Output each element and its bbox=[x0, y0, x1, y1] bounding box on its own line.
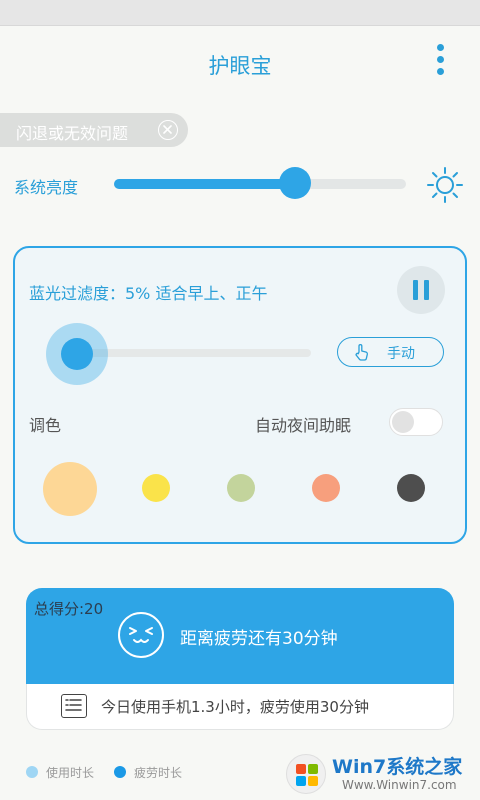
tint-swatch-1[interactable] bbox=[43, 462, 97, 516]
manual-mode-label: 手动 bbox=[387, 346, 415, 362]
windows-logo-icon bbox=[286, 754, 326, 794]
legend-dot-usage bbox=[26, 766, 38, 778]
watermark-title: Win7系统之家 bbox=[332, 756, 463, 778]
watermark-url: Www.Winwin7.com bbox=[342, 778, 457, 792]
title-bar: 护眼宝 bbox=[0, 26, 480, 100]
fatigue-countdown: 距离疲劳还有30分钟 bbox=[180, 629, 338, 649]
manual-mode-button[interactable]: 手动 bbox=[337, 337, 444, 367]
tint-label: 调色 bbox=[29, 416, 62, 435]
close-circle-icon[interactable] bbox=[158, 120, 178, 140]
brightness-slider[interactable] bbox=[114, 179, 406, 189]
filter-slider-thumb[interactable] bbox=[46, 323, 109, 385]
brightness-label: 系统亮度 bbox=[14, 178, 79, 197]
pause-icon bbox=[413, 280, 418, 300]
night-mode-label: 自动夜间助眠 bbox=[255, 416, 352, 435]
tint-swatch-2[interactable] bbox=[142, 474, 170, 502]
brightness-slider-fill bbox=[114, 179, 296, 189]
document-icon bbox=[61, 694, 87, 718]
score-card: 总得分:20 距离疲劳还有30分钟 今日使用手机1.3小时，疲劳使用30分钟 bbox=[26, 588, 454, 730]
usage-summary[interactable]: 今日使用手机1.3小时，疲劳使用30分钟 bbox=[26, 684, 454, 730]
pause-button[interactable] bbox=[397, 266, 445, 314]
night-mode-toggle[interactable] bbox=[389, 408, 443, 436]
more-vertical-icon[interactable] bbox=[434, 44, 446, 80]
tint-swatch-5[interactable] bbox=[397, 474, 425, 502]
legend-dot-fatigue bbox=[114, 766, 126, 778]
usage-summary-text: 今日使用手机1.3小时，疲劳使用30分钟 bbox=[101, 698, 369, 716]
brightness-slider-thumb[interactable] bbox=[279, 167, 312, 199]
legend-label-fatigue: 疲劳时长 bbox=[134, 766, 183, 780]
notice-banner[interactable]: 闪退或无效问题 bbox=[0, 113, 188, 147]
legend-label-usage: 使用时长 bbox=[46, 766, 95, 780]
notice-label: 闪退或无效问题 bbox=[16, 124, 129, 143]
hand-pointer-icon bbox=[354, 343, 370, 361]
page-title: 护眼宝 bbox=[208, 54, 272, 78]
total-score: 总得分:20 bbox=[34, 600, 104, 618]
tired-face-icon bbox=[118, 612, 164, 658]
sun-icon[interactable] bbox=[426, 166, 464, 204]
blue-light-filter-card: 蓝光过滤度：5% 适合早上、正午 手动 调色 自动夜间助眠 bbox=[13, 246, 467, 544]
filter-status-text: 蓝光过滤度：5% 适合早上、正午 bbox=[29, 284, 268, 303]
status-bar bbox=[0, 0, 480, 26]
tint-swatch-3[interactable] bbox=[227, 474, 255, 502]
fatigue-panel: 总得分:20 距离疲劳还有30分钟 bbox=[26, 588, 454, 684]
tint-swatch-4[interactable] bbox=[312, 474, 340, 502]
site-watermark: Win7系统之家 Www.Winwin7.com bbox=[280, 748, 480, 800]
